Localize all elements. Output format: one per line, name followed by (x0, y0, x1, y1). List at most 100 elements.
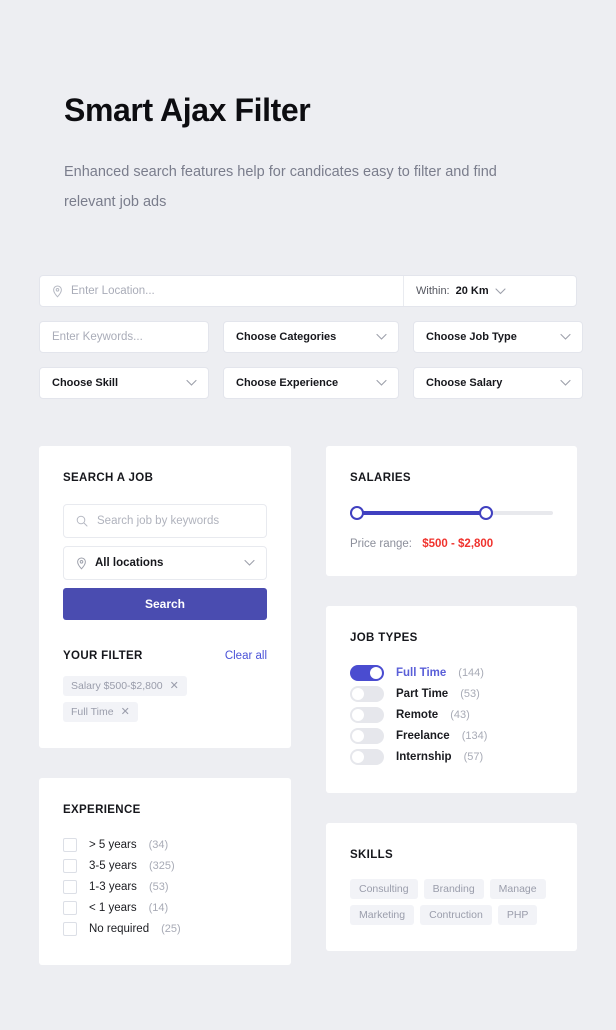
salary-range-slider[interactable] (350, 506, 553, 520)
toggle-switch[interactable] (350, 727, 384, 744)
job-type-option[interactable]: Internship (57) (350, 746, 553, 767)
toggle-switch[interactable] (350, 748, 384, 765)
experience-count: (53) (148, 880, 169, 893)
map-pin-icon (52, 284, 63, 298)
price-range-value: $500 - $2,800 (422, 538, 494, 550)
skill-tag[interactable]: PHP (497, 905, 538, 925)
experience-option[interactable]: 1-3 years (53) (63, 876, 267, 897)
clear-all-link[interactable]: Clear all (225, 650, 267, 662)
skill-tag[interactable]: Branding (423, 879, 484, 899)
toggle-switch[interactable] (350, 685, 384, 702)
location-input-placeholder: Enter Location... (71, 285, 155, 297)
skill-tag[interactable]: Consulting (350, 879, 418, 899)
choose-skill-label: Choose Skill (52, 377, 119, 389)
within-value: 20 Km (455, 285, 489, 297)
page-header: Smart Ajax Filter Enhanced search featur… (64, 92, 544, 217)
toggle-switch[interactable] (350, 664, 384, 681)
experience-card: EXPERIENCE > 5 years (34) 3-5 years (325… (39, 778, 291, 965)
top-filter-bar: Enter Location... Within: 20 Km Enter Ke… (39, 275, 583, 399)
page-subtitle: Enhanced search features help for candic… (64, 163, 497, 210)
job-types-title: JOB TYPES (350, 632, 418, 644)
checkbox[interactable] (63, 921, 77, 936)
job-type-option[interactable]: Freelance (134) (350, 725, 553, 746)
within-label: Within: (416, 285, 450, 297)
experience-count: (34) (148, 838, 169, 851)
choose-experience-select[interactable]: Choose Experience (223, 367, 399, 399)
search-button[interactable]: Search (63, 588, 267, 620)
your-filter-title: YOUR FILTER (63, 650, 143, 662)
choose-job-type-select[interactable]: Choose Job Type (413, 321, 583, 353)
toggle-knob (352, 687, 364, 700)
checkbox[interactable] (63, 879, 77, 894)
experience-list: > 5 years (34) 3-5 years (325) 1-3 years… (63, 834, 267, 939)
map-pin-icon (76, 556, 87, 570)
chevron-down-icon (376, 333, 387, 341)
job-type-label: Internship (396, 750, 452, 763)
filter-tag[interactable]: Full Time ✕ (63, 702, 138, 722)
filter-dropdown-grid: Enter Keywords... Choose Categories Choo… (39, 321, 583, 399)
chevron-down-icon (244, 559, 255, 567)
search-icon (76, 515, 88, 527)
experience-option[interactable]: No required (25) (63, 918, 267, 939)
close-icon[interactable]: ✕ (170, 680, 179, 692)
choose-experience-label: Choose Experience (236, 377, 339, 389)
checkbox[interactable] (63, 837, 77, 852)
chevron-down-icon (560, 333, 571, 341)
job-type-label: Freelance (396, 729, 450, 742)
close-icon[interactable]: ✕ (121, 706, 130, 718)
filter-tag[interactable]: Salary $500-$2,800 ✕ (63, 676, 187, 696)
skill-tag[interactable]: Manage (489, 879, 546, 899)
job-types-card: JOB TYPES Full Time (144) Part Time (53)… (326, 606, 577, 793)
skill-tag[interactable]: Marketing (350, 905, 415, 925)
salaries-title: SALARIES (350, 472, 411, 484)
job-keyword-search-input[interactable]: Search job by keywords (63, 504, 267, 538)
experience-option[interactable]: 3-5 years (325) (63, 855, 267, 876)
search-a-job-title: SEARCH A JOB (63, 472, 154, 484)
job-type-count: (134) (461, 729, 488, 742)
keywords-input-placeholder: Enter Keywords... (52, 331, 143, 343)
search-a-job-card: SEARCH A JOB Search job by keywords All … (39, 446, 291, 748)
chevron-down-icon (186, 379, 197, 387)
smart-ajax-filter-page: Smart Ajax Filter Enhanced search featur… (0, 0, 616, 1030)
job-type-label: Remote (396, 708, 439, 721)
salaries-card: SALARIES Price range: $500 - $2,800 (326, 446, 577, 576)
experience-option[interactable]: > 5 years (34) (63, 834, 267, 855)
location-input[interactable]: Enter Location... (40, 276, 404, 306)
experience-title: EXPERIENCE (63, 804, 141, 816)
experience-count: (325) (148, 859, 175, 872)
experience-count: (25) (161, 922, 181, 935)
all-locations-value: All locations (95, 557, 164, 569)
chevron-down-icon (376, 379, 387, 387)
slider-fill (350, 511, 486, 515)
job-type-option[interactable]: Remote (43) (350, 704, 553, 725)
skill-tag[interactable]: Contruction (420, 905, 492, 925)
choose-categories-select[interactable]: Choose Categories (223, 321, 399, 353)
slider-handle-max[interactable] (479, 506, 493, 520)
within-distance-select[interactable]: Within: 20 Km (404, 276, 576, 306)
experience-label: No required (89, 922, 150, 935)
active-filter-tags: Salary $500-$2,800 ✕ Full Time ✕ (63, 676, 267, 722)
job-type-count: (53) (460, 687, 480, 700)
experience-option[interactable]: < 1 years (14) (63, 897, 267, 918)
job-type-option[interactable]: Part Time (53) (350, 683, 553, 704)
price-range-line: Price range: $500 - $2,800 (350, 538, 553, 550)
chevron-down-icon (560, 379, 571, 387)
price-range-label: Price range: (350, 538, 413, 550)
job-type-option[interactable]: Full Time (144) (350, 662, 553, 683)
checkbox[interactable] (63, 900, 77, 915)
keywords-input[interactable]: Enter Keywords... (39, 321, 209, 353)
choose-skill-select[interactable]: Choose Skill (39, 367, 209, 399)
job-keyword-placeholder: Search job by keywords (97, 515, 220, 527)
job-types-list: Full Time (144) Part Time (53) Remote (4… (350, 662, 553, 767)
all-locations-select[interactable]: All locations (63, 546, 267, 580)
experience-label: < 1 years (89, 901, 137, 914)
choose-job-type-label: Choose Job Type (426, 331, 517, 343)
choose-salary-select[interactable]: Choose Salary (413, 367, 583, 399)
toggle-knob (370, 666, 382, 679)
toggle-switch[interactable] (350, 706, 384, 723)
experience-label: 1-3 years (89, 880, 137, 893)
chevron-down-icon (495, 287, 506, 295)
toggle-knob (352, 750, 364, 763)
checkbox[interactable] (63, 858, 77, 873)
slider-handle-min[interactable] (350, 506, 364, 520)
